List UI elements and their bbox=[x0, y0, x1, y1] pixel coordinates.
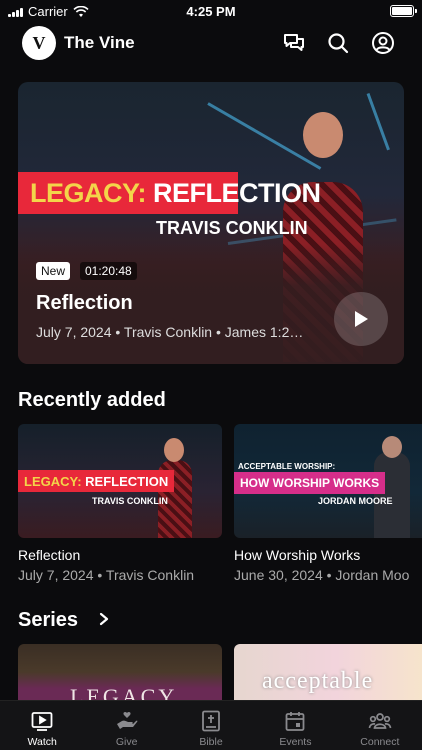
banner-word1: LEGACY: bbox=[30, 177, 147, 208]
new-badge: New bbox=[36, 262, 71, 280]
series-card-text: LEGACY bbox=[70, 684, 178, 700]
thumb-banner-word2: REFLECTION bbox=[85, 473, 169, 489]
speaker-head-image bbox=[303, 112, 343, 158]
tab-bar: Watch Give Bible Events Connect bbox=[0, 700, 422, 750]
stage-light-beam bbox=[366, 92, 390, 151]
thumb-speaker: TRAVIS CONKLIN bbox=[92, 496, 168, 506]
thumb-speaker: JORDAN MOORE bbox=[318, 496, 393, 506]
banner-word2: REFLECTION bbox=[153, 177, 321, 208]
recent-item-meta: June 30, 2024 • Jordan Moo bbox=[234, 567, 410, 583]
logo-letter: V bbox=[32, 32, 46, 53]
tab-label: Events bbox=[279, 736, 312, 748]
speaker-image bbox=[374, 452, 410, 538]
thumb-banner: LEGACY: REFLECTION bbox=[18, 470, 175, 492]
thumb-banner: HOW WORSHIP WORKS bbox=[234, 472, 386, 494]
search-icon[interactable] bbox=[326, 31, 350, 55]
recent-item[interactable]: ACCEPTABLE WORSHIP: HOW WORSHIP WORKS JO… bbox=[234, 424, 422, 583]
tab-watch[interactable]: Watch bbox=[0, 701, 84, 750]
thumb-kicker: ACCEPTABLE WORSHIP: bbox=[238, 462, 336, 471]
sermon-banner: LEGACY: REFLECTION bbox=[18, 172, 321, 214]
duration-badge: 01:20:48 bbox=[80, 262, 137, 280]
tab-connect[interactable]: Connect bbox=[338, 701, 422, 750]
recent-thumbnail: ACCEPTABLE WORSHIP: HOW WORSHIP WORKS JO… bbox=[234, 424, 422, 538]
tab-label: Watch bbox=[27, 736, 57, 748]
thumb-banner-word1: LEGACY: bbox=[24, 473, 82, 489]
give-icon bbox=[116, 711, 138, 729]
app-logo[interactable]: V bbox=[22, 26, 56, 60]
calendar-icon bbox=[286, 712, 305, 731]
series-card-text: acceptable bbox=[262, 668, 374, 694]
recent-thumbnail: LEGACY: REFLECTION TRAVIS CONKLIN bbox=[18, 424, 222, 538]
series-title[interactable]: Series bbox=[18, 609, 78, 632]
status-time: 4:25 PM bbox=[186, 4, 236, 19]
chat-bubbles-icon[interactable] bbox=[282, 31, 306, 55]
tab-label: Connect bbox=[360, 736, 400, 748]
profile-icon[interactable] bbox=[371, 31, 395, 55]
battery-icon bbox=[390, 5, 417, 17]
bible-icon bbox=[202, 710, 220, 732]
people-icon bbox=[368, 713, 392, 729]
speaker-head-image bbox=[164, 438, 184, 462]
recent-item-meta: July 7, 2024 • Travis Conklin bbox=[18, 567, 195, 583]
app-header: V The Vine bbox=[0, 26, 422, 62]
tab-events[interactable]: Events bbox=[253, 701, 337, 750]
play-button[interactable] bbox=[334, 292, 388, 346]
recent-item[interactable]: LEGACY: REFLECTION TRAVIS CONKLIN Reflec… bbox=[18, 424, 222, 583]
featured-sermon-card[interactable]: LEGACY: REFLECTION TRAVIS CONKLIN New 01… bbox=[18, 82, 404, 364]
tab-label: Give bbox=[115, 736, 138, 748]
chevron-right-icon[interactable] bbox=[98, 612, 110, 626]
recent-item-title: Reflection bbox=[18, 547, 81, 563]
hero-meta: July 7, 2024 • Travis Conklin • James 1:… bbox=[36, 324, 304, 340]
recent-item-title: How Worship Works bbox=[234, 547, 361, 563]
series-card[interactable]: LEGACY bbox=[18, 644, 222, 700]
watch-icon bbox=[31, 712, 53, 731]
play-icon bbox=[355, 311, 368, 327]
speaker-caption: TRAVIS CONKLIN bbox=[156, 218, 308, 238]
status-bar: Carrier 4:25 PM bbox=[0, 0, 422, 22]
tab-label: Bible bbox=[199, 736, 223, 748]
speaker-head-image bbox=[382, 436, 402, 458]
app-title: The Vine bbox=[64, 33, 135, 52]
recently-added-title: Recently added bbox=[18, 389, 166, 411]
tab-bible[interactable]: Bible bbox=[169, 701, 253, 750]
tab-give[interactable]: Give bbox=[84, 701, 168, 750]
hero-title: Reflection bbox=[36, 292, 133, 314]
series-card[interactable]: acceptable bbox=[234, 644, 422, 700]
